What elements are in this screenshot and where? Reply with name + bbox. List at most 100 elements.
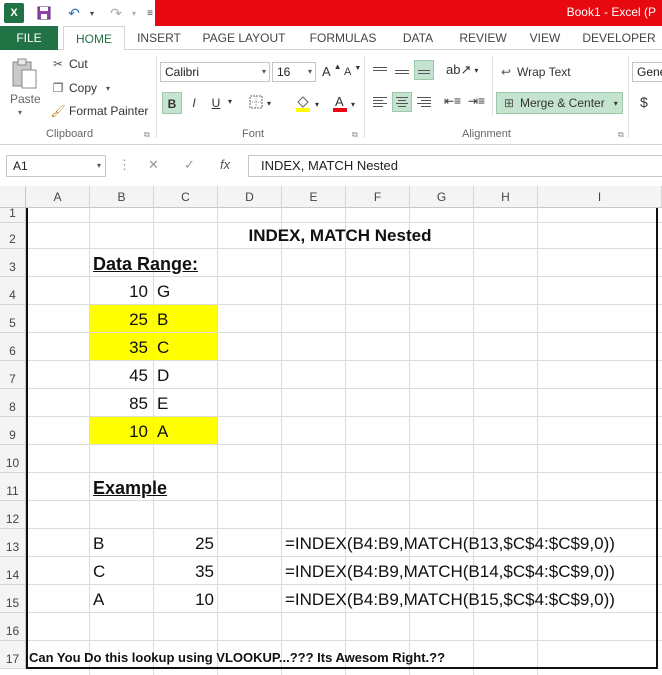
example-value[interactable]: 10	[154, 590, 214, 610]
column-header-c[interactable]: C	[154, 186, 218, 208]
formula-bar-options-icon[interactable]: ⋮	[118, 157, 131, 173]
tab-page-layout[interactable]: PAGE LAYOUT	[196, 26, 292, 50]
row-header-6[interactable]: 6	[0, 333, 26, 361]
shrink-font-button[interactable]: A ▼	[344, 65, 361, 79]
tab-view[interactable]: VIEW	[522, 26, 568, 50]
formula-input[interactable]: INDEX, MATCH Nested	[248, 155, 662, 177]
fill-color-button[interactable]: ▾	[294, 94, 319, 115]
row-header-13[interactable]: 13	[0, 529, 26, 557]
row-header-4[interactable]: 4	[0, 277, 26, 305]
underline-button[interactable]: U	[206, 92, 226, 114]
example-key[interactable]: A	[93, 590, 104, 610]
example-key[interactable]: C	[93, 562, 105, 582]
data-range-letter[interactable]: G	[157, 282, 170, 302]
bold-button[interactable]: B	[162, 92, 182, 114]
name-box[interactable]: A1 ▾	[6, 155, 106, 177]
paste-dropdown-icon[interactable]: ▾	[18, 108, 22, 117]
row-header-10[interactable]: 10	[0, 445, 26, 473]
row-header-2[interactable]: 2	[0, 223, 26, 249]
decrease-indent-icon[interactable]: ⇤≡	[444, 94, 461, 108]
grow-font-button[interactable]: A ▲	[322, 62, 342, 79]
example-heading[interactable]: Example	[93, 478, 167, 498]
data-range-number[interactable]: 10	[90, 422, 148, 442]
column-header-h[interactable]: H	[474, 186, 538, 208]
increase-indent-icon[interactable]: ⇥≡	[468, 94, 485, 108]
format-painter-button[interactable]: 🖌 Format Painter	[50, 103, 148, 119]
tab-file[interactable]: FILE	[0, 26, 58, 50]
column-header-f[interactable]: F	[346, 186, 410, 208]
redo-icon[interactable]: ↷	[106, 3, 126, 23]
currency-button[interactable]: $	[640, 94, 648, 110]
top-align-icon[interactable]	[370, 60, 390, 80]
row-header-1[interactable]: 1	[0, 206, 26, 223]
save-icon[interactable]	[34, 3, 54, 23]
font-size-select[interactable]: 16 ▾	[272, 62, 316, 82]
data-range-letter[interactable]: E	[157, 394, 168, 414]
copy-dropdown-icon[interactable]: ▾	[106, 84, 110, 93]
borders-button[interactable]: ▾	[248, 94, 271, 113]
cut-button[interactable]: ✂ Cut	[50, 56, 88, 72]
row-header-11[interactable]: 11	[0, 473, 26, 501]
font-color-button[interactable]: A ▾	[332, 94, 355, 115]
row-header-3[interactable]: 3	[0, 249, 26, 277]
data-range-number[interactable]: 45	[90, 366, 148, 386]
data-range-number[interactable]: 85	[90, 394, 148, 414]
data-range-letter[interactable]: B	[157, 310, 168, 330]
tab-review[interactable]: REVIEW	[452, 26, 514, 50]
tab-developer[interactable]: DEVELOPER	[576, 26, 662, 50]
row-header-14[interactable]: 14	[0, 557, 26, 585]
footer-note[interactable]: Can You Do this lookup using VLOOKUP...?…	[29, 648, 445, 668]
column-header-e[interactable]: E	[282, 186, 346, 208]
row-header-17[interactable]: 17	[0, 641, 26, 669]
example-value[interactable]: 35	[154, 562, 214, 582]
align-center-icon[interactable]	[392, 92, 412, 112]
alignment-launcher-icon[interactable]: ⧉	[618, 130, 624, 140]
paste-icon[interactable]	[10, 58, 38, 90]
data-range-letter[interactable]: C	[157, 338, 169, 358]
row-header-15[interactable]: 15	[0, 585, 26, 613]
orientation-button[interactable]: ab↗ ▾	[446, 62, 478, 78]
tab-insert[interactable]: INSERT	[128, 26, 190, 50]
data-range-number[interactable]: 10	[90, 282, 148, 302]
italic-button[interactable]: I	[184, 92, 204, 114]
example-value[interactable]: 25	[154, 534, 214, 554]
insert-function-icon[interactable]: fx	[220, 157, 230, 172]
sheet-title[interactable]: INDEX, MATCH Nested	[218, 226, 462, 246]
row-header-5[interactable]: 5	[0, 305, 26, 333]
row-header-12[interactable]: 12	[0, 501, 26, 529]
tab-data[interactable]: DATA	[392, 26, 444, 50]
tab-home[interactable]: HOME	[63, 26, 125, 51]
example-formula[interactable]: =INDEX(B4:B9,MATCH(B15,$C$4:$C$9,0))	[285, 590, 615, 610]
font-launcher-icon[interactable]: ⧉	[352, 130, 358, 140]
align-left-icon[interactable]	[370, 92, 390, 112]
worksheet-grid[interactable]: A B C D E F G H I 1 2 3 4 5 6 7 8 9 10 1…	[0, 186, 662, 675]
align-right-icon[interactable]	[414, 92, 434, 112]
tab-formulas[interactable]: FORMULAS	[300, 26, 386, 50]
column-header-i[interactable]: I	[538, 186, 662, 208]
undo-dropdown-icon[interactable]: ▾	[82, 3, 102, 23]
number-format-select[interactable]: Gene	[632, 62, 662, 82]
data-range-letter[interactable]: D	[157, 366, 169, 386]
enter-icon[interactable]: ✓	[184, 157, 195, 173]
data-range-number[interactable]: 35	[90, 338, 148, 358]
column-header-b[interactable]: B	[90, 186, 154, 208]
copy-button[interactable]: ❐ Copy ▾	[50, 80, 110, 96]
row-header-7[interactable]: 7	[0, 361, 26, 389]
clipboard-launcher-icon[interactable]: ⧉	[144, 130, 150, 140]
underline-dropdown-icon[interactable]: ▾	[228, 97, 232, 106]
paste-button[interactable]: Paste	[10, 92, 41, 106]
example-formula[interactable]: =INDEX(B4:B9,MATCH(B13,$C$4:$C$9,0))	[285, 534, 615, 554]
example-formula[interactable]: =INDEX(B4:B9,MATCH(B14,$C$4:$C$9,0))	[285, 562, 615, 582]
bottom-align-icon[interactable]	[414, 60, 434, 80]
example-key[interactable]: B	[93, 534, 104, 554]
undo-icon[interactable]: ↶	[64, 3, 84, 23]
row-header-8[interactable]: 8	[0, 389, 26, 417]
data-range-heading[interactable]: Data Range:	[93, 254, 198, 274]
column-header-d[interactable]: D	[218, 186, 282, 208]
data-range-number[interactable]: 25	[90, 310, 148, 330]
row-header-16[interactable]: 16	[0, 613, 26, 641]
wrap-text-button[interactable]: ↩ Wrap Text	[498, 64, 571, 80]
middle-align-icon[interactable]	[392, 60, 412, 80]
cancel-icon[interactable]: ✕	[148, 157, 159, 173]
font-name-select[interactable]: Calibri ▾	[160, 62, 270, 82]
